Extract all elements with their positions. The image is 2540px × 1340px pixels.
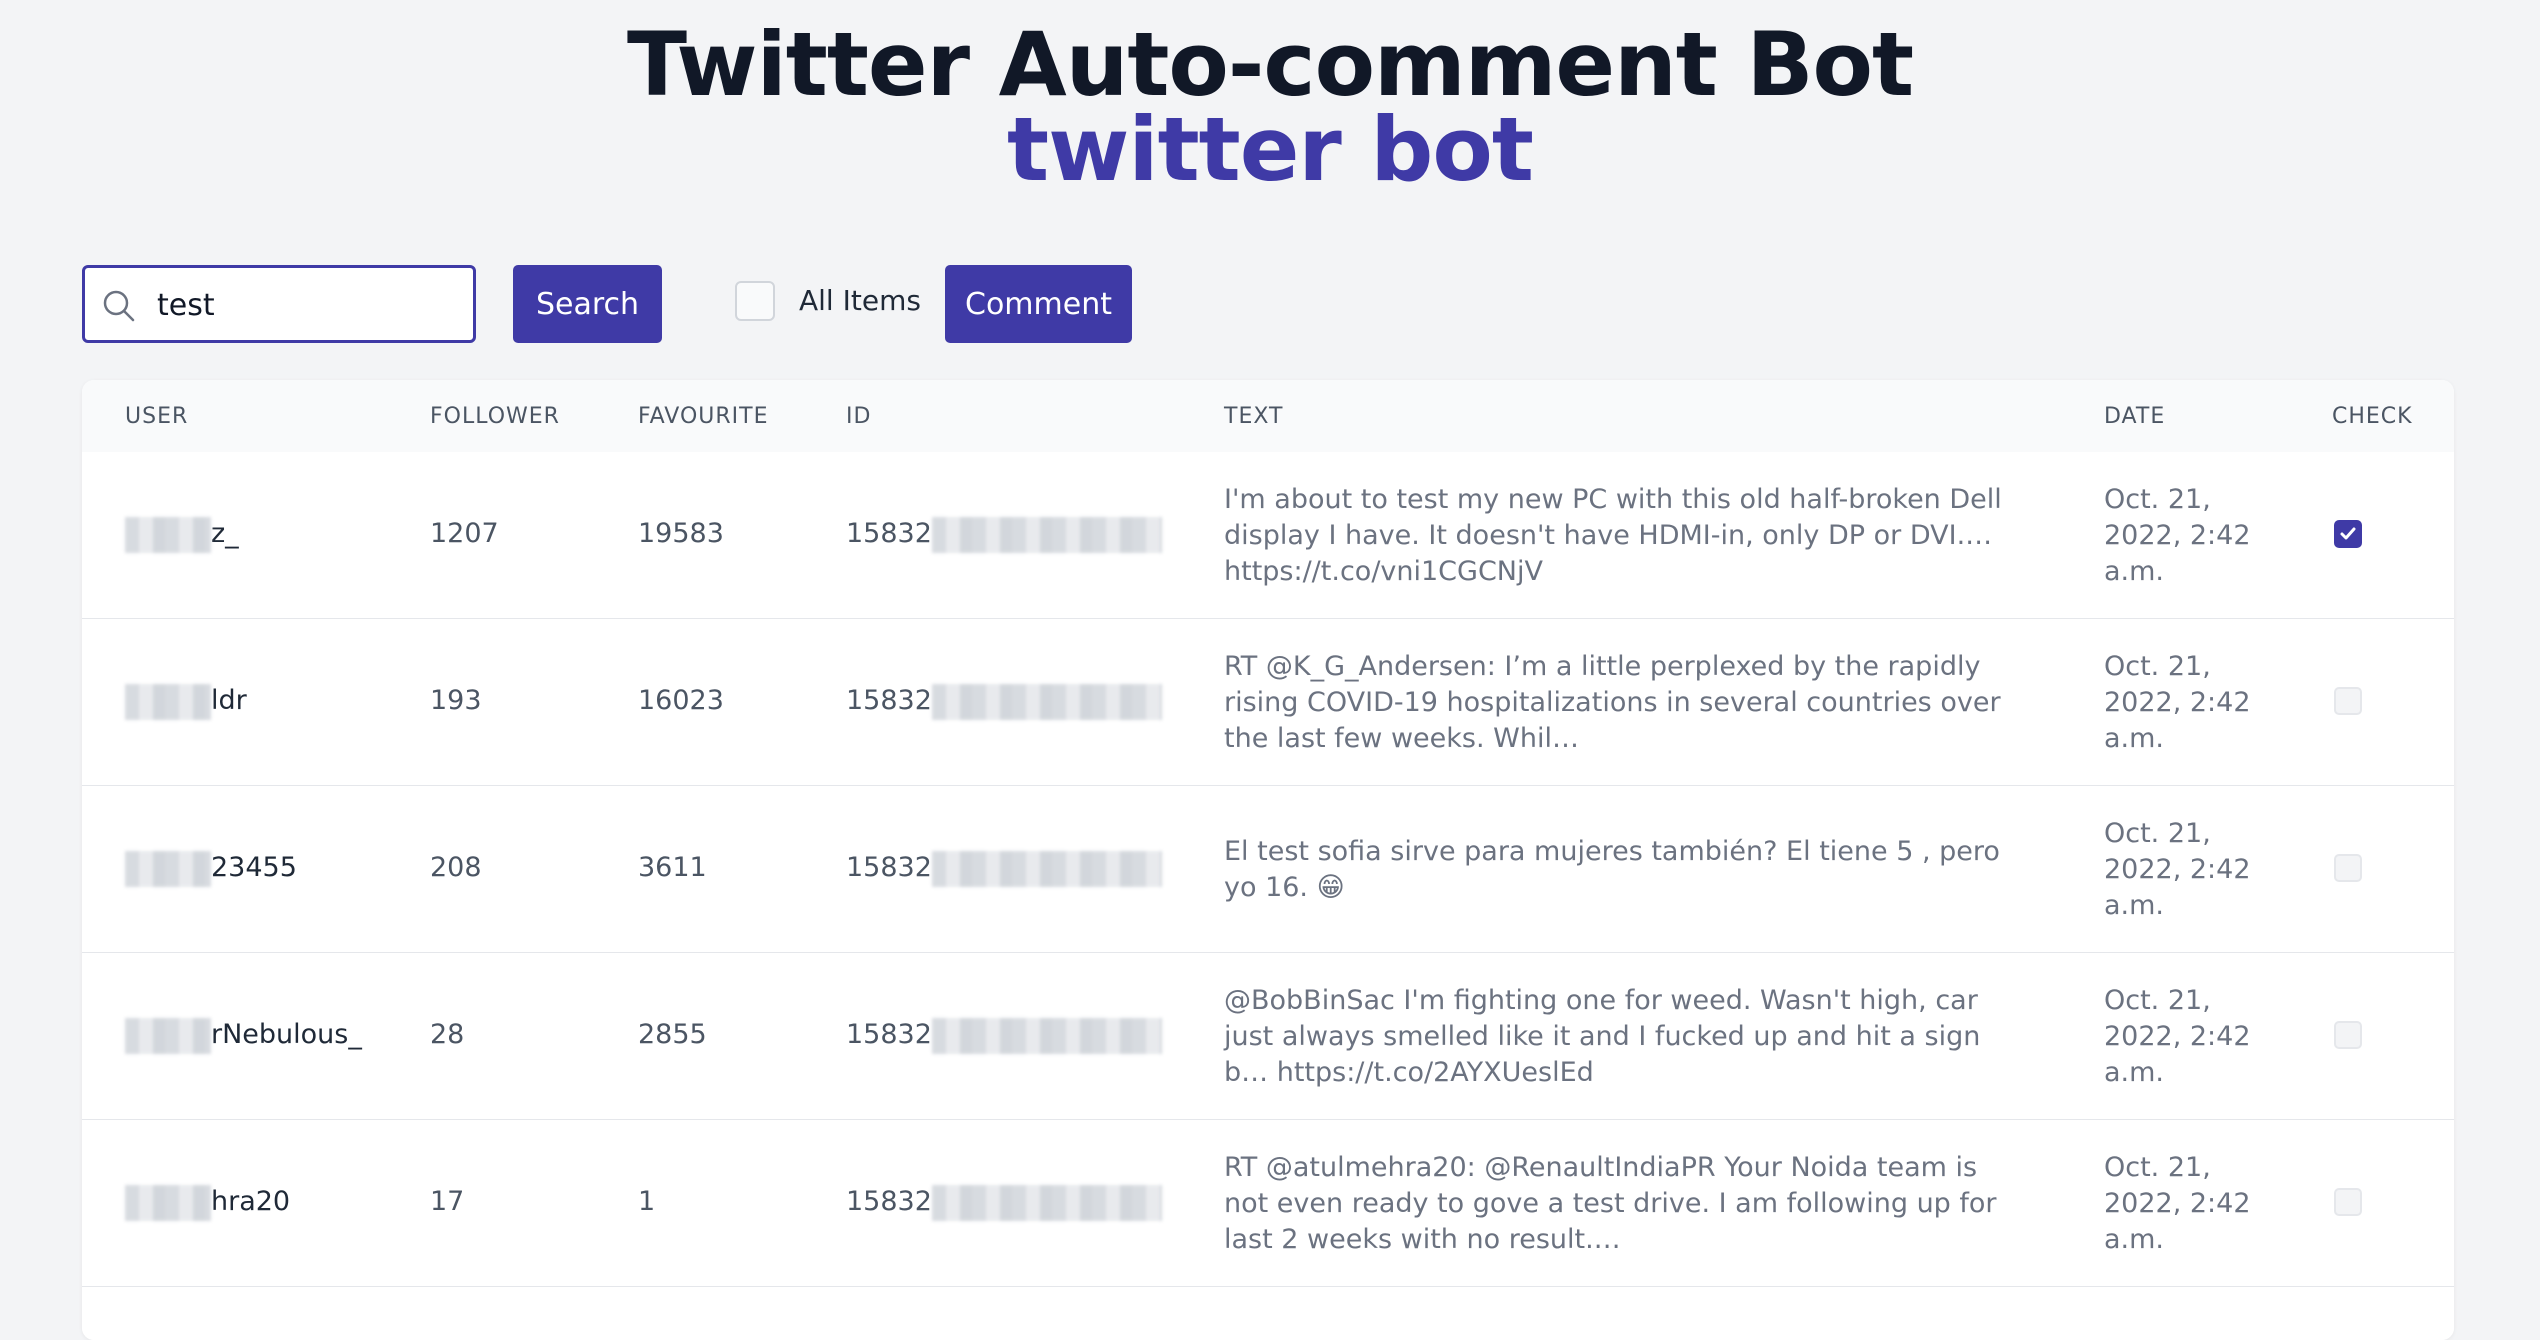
redacted-mask: [125, 1184, 211, 1221]
column-header-user: USER: [125, 404, 189, 429]
follower-cell: 28: [430, 1019, 465, 1050]
column-header-check: CHECK: [2332, 404, 2413, 429]
user-cell: ldr: [125, 683, 247, 720]
date-cell: Oct. 21, 2022, 2:42 a.m.: [2104, 484, 2251, 587]
id-cell: 15832: [846, 1184, 1162, 1221]
redacted-mask: [931, 1184, 1162, 1221]
table-row: hra20 17 1 15832 RT @atulmehra20: @Renau…: [82, 1120, 2454, 1288]
id-cell: 15832: [846, 516, 1162, 553]
column-header-text: TEXT: [1224, 404, 1284, 429]
checkmark-icon: [2340, 527, 2356, 540]
column-header-id: ID: [846, 404, 872, 429]
user-cell: 23455: [125, 850, 297, 887]
comment-button[interactable]: Comment: [945, 265, 1132, 343]
redacted-mask: [125, 683, 211, 720]
id-cell: 15832: [846, 1017, 1162, 1054]
search-icon: [101, 288, 137, 324]
follower-cell: 17: [430, 1186, 465, 1217]
redacted-mask: [931, 683, 1162, 720]
user-cell: hra20: [125, 1184, 290, 1221]
favourite-cell: 19583: [638, 518, 724, 549]
row-checkbox[interactable]: [2334, 687, 2362, 715]
text-cell: RT @K_G_Andersen: I’m a little perplexed…: [1224, 651, 2001, 754]
all-items-checkbox[interactable]: [735, 281, 775, 321]
table-row: 23455 208 3611 15832 El test sofia sirve…: [82, 786, 2454, 954]
redacted-mask: [931, 516, 1162, 553]
favourite-cell: 16023: [638, 685, 724, 716]
id-cell: 15832: [846, 683, 1162, 720]
redacted-mask: [125, 850, 211, 887]
row-checkbox[interactable]: [2334, 520, 2362, 548]
table-row: [82, 1287, 2454, 1340]
follower-cell: 208: [430, 852, 482, 883]
text-cell: El test sofia sirve para mujeres también…: [1224, 836, 2000, 903]
row-checkbox[interactable]: [2334, 1188, 2362, 1216]
date-cell: Oct. 21, 2022, 2:42 a.m.: [2104, 985, 2251, 1088]
row-checkbox[interactable]: [2334, 854, 2362, 882]
tweets-table: USER FOLLOWER FAVOURITE ID TEXT DATE CHE…: [82, 380, 2454, 1340]
favourite-cell: 2855: [638, 1019, 707, 1050]
user-cell: z_: [125, 516, 239, 553]
date-cell: Oct. 21, 2022, 2:42 a.m.: [2104, 651, 2251, 754]
row-checkbox[interactable]: [2334, 1021, 2362, 1049]
table-row: rNebulous_ 28 2855 15832 @BobBinSac I'm …: [82, 953, 2454, 1121]
redacted-mask: [125, 1017, 211, 1054]
date-cell: Oct. 21, 2022, 2:42 a.m.: [2104, 1152, 2251, 1255]
redacted-mask: [931, 850, 1162, 887]
column-header-date: DATE: [2104, 404, 2166, 429]
redacted-mask: [931, 1017, 1162, 1054]
search-button[interactable]: Search: [513, 265, 662, 343]
text-cell: @BobBinSac I'm fighting one for weed. Wa…: [1224, 985, 1981, 1088]
search-input[interactable]: [155, 278, 459, 332]
page-subtitle: twitter bot: [1007, 98, 1534, 201]
favourite-cell: 3611: [638, 852, 707, 883]
table-row: z_ 1207 19583 15832 I'm about to test my…: [82, 452, 2454, 620]
redacted-mask: [125, 516, 211, 553]
text-cell: I'm about to test my new PC with this ol…: [1224, 484, 2002, 587]
follower-cell: 193: [430, 685, 482, 716]
favourite-cell: 1: [638, 1186, 656, 1217]
column-header-follower: FOLLOWER: [430, 404, 560, 429]
text-cell: RT @atulmehra20: @RenaultIndiaPR Your No…: [1224, 1152, 1997, 1255]
user-cell: rNebulous_: [125, 1017, 362, 1054]
table-header: USER FOLLOWER FAVOURITE ID TEXT DATE CHE…: [82, 380, 2454, 452]
id-cell: 15832: [846, 850, 1162, 887]
follower-cell: 1207: [430, 518, 499, 549]
all-items-label: All Items: [799, 284, 921, 317]
search-box[interactable]: [82, 265, 476, 343]
column-header-favourite: FAVOURITE: [638, 404, 769, 429]
table-row: ldr 193 16023 15832 RT @K_G_Andersen: I’…: [82, 619, 2454, 787]
date-cell: Oct. 21, 2022, 2:42 a.m.: [2104, 818, 2251, 921]
